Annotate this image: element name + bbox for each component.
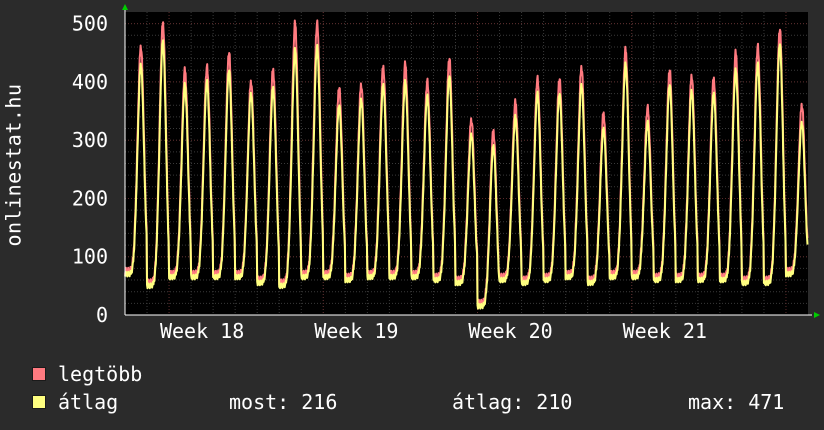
y-axis-arrow-icon (122, 4, 128, 10)
y-tick-label: 300 (72, 128, 108, 152)
y-tick-label: 400 (72, 70, 108, 94)
legend-label-avg: átlag (58, 390, 119, 414)
y-axis-label: onlinestat.hu (2, 83, 27, 247)
legend-label-max: legtöbb (58, 362, 143, 386)
x-axis-arrow-icon (814, 312, 820, 318)
x-tick-label: Week 19 (314, 319, 398, 343)
legend-swatch-avg (32, 395, 46, 409)
stat-max: max: 471 (688, 390, 785, 414)
y-tick-label: 0 (96, 303, 108, 327)
y-tick-label: 100 (72, 245, 108, 269)
x-tick-label: Week 18 (160, 319, 244, 343)
legend-swatch-max (32, 367, 46, 381)
y-tick-label: 200 (72, 186, 108, 210)
stat-now: most: 216 (229, 390, 338, 414)
x-tick-label: Week 21 (623, 319, 707, 343)
legend-item-avg: átlag (32, 390, 118, 414)
traffic-chart: Week 18 Week 19 Week 20 Week 21 0 100 200 300 40… (72, 4, 820, 343)
stat-average: átlag: 210 (452, 390, 573, 414)
y-axis-label-box: onlinestat.hu (2, 70, 26, 260)
y-tick-label: 500 (72, 12, 108, 36)
x-tick-label: Week 20 (468, 319, 552, 343)
legend-item-max: legtöbb (32, 362, 142, 386)
